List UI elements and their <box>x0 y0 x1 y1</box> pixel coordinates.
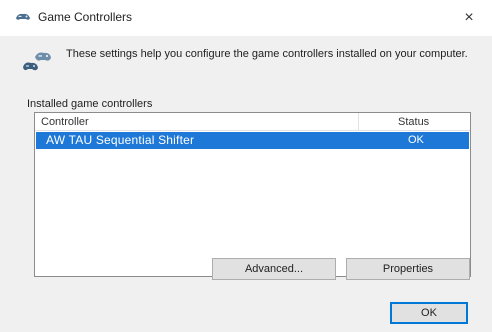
dialog-body: These settings help you configure the ga… <box>0 36 492 332</box>
controllers-list[interactable]: Controller Status AW TAU Sequential Shif… <box>34 112 471 277</box>
title-bar[interactable]: Game Controllers × <box>0 0 492 36</box>
installed-controllers-label: Installed game controllers <box>27 98 153 110</box>
game-controller-icon <box>16 13 30 20</box>
close-button[interactable]: × <box>446 0 492 36</box>
game-controllers-window: Game Controllers × These settings help y… <box>0 0 492 332</box>
controller-name: AW TAU Sequential Shifter <box>46 133 195 147</box>
list-header: Controller Status <box>35 113 470 131</box>
properties-button[interactable]: Properties <box>346 258 470 280</box>
list-item[interactable]: AW TAU Sequential Shifter OK <box>36 132 469 149</box>
column-header-status[interactable]: Status <box>398 116 429 128</box>
column-divider[interactable] <box>358 113 359 130</box>
window-title: Game Controllers <box>38 10 133 24</box>
description-text: These settings help you configure the ga… <box>66 48 468 60</box>
advanced-button[interactable]: Advanced... <box>212 258 336 280</box>
close-icon: × <box>464 9 474 26</box>
controller-status: OK <box>408 134 424 146</box>
game-controllers-icon <box>23 52 51 71</box>
ok-button[interactable]: OK <box>390 302 468 324</box>
column-header-controller[interactable]: Controller <box>41 116 89 128</box>
